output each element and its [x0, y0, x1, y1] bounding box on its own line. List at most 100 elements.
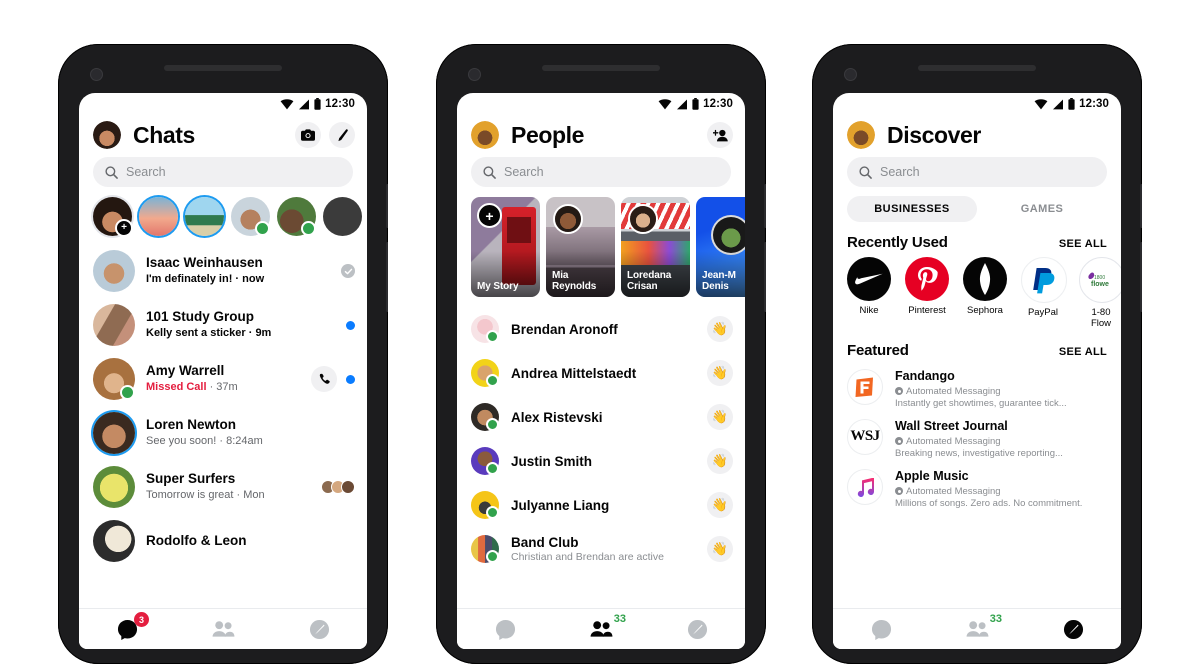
- chat-name: Super Surfers: [146, 471, 236, 487]
- avatar[interactable]: [847, 121, 875, 149]
- business-item[interactable]: Pinterest: [905, 257, 949, 330]
- page-title: Chats: [133, 121, 195, 148]
- stories-row[interactable]: +: [79, 187, 367, 244]
- tab-businesses[interactable]: BUSINESSES: [847, 196, 977, 222]
- list-item[interactable]: Alex Ristevski 👋: [457, 395, 745, 439]
- chat-list[interactable]: Isaac Weinhausen I'm definately in! · no…: [79, 244, 367, 608]
- section-title: Featured: [847, 341, 909, 359]
- front-camera-icon: [91, 69, 102, 80]
- wave-button[interactable]: 👋: [707, 404, 733, 430]
- story-card-label: Mia Reynolds: [552, 269, 597, 292]
- table-row[interactable]: Loren Newton See you soon! · 8:24am: [79, 406, 367, 460]
- discover-icon: [687, 619, 707, 639]
- bottom-tab-bar[interactable]: 3: [79, 608, 367, 649]
- story-card[interactable]: Jean-M Denis: [696, 197, 745, 297]
- wave-button[interactable]: 👋: [707, 448, 733, 474]
- search-input[interactable]: Search: [847, 157, 1107, 187]
- tab-chats[interactable]: 3: [101, 612, 153, 645]
- see-all-link-featured[interactable]: SEE ALL: [1059, 346, 1107, 358]
- list-item[interactable]: Andrea Mittelstaedt 👋: [457, 351, 745, 395]
- avatar[interactable]: [471, 121, 499, 149]
- tab-chats[interactable]: [479, 613, 531, 645]
- table-row[interactable]: Amy Warrell Missed Call · 37m: [79, 352, 367, 406]
- list-item[interactable]: Apple Music Automated Messaging Millions…: [833, 465, 1121, 515]
- list-item[interactable]: Brendan Aronoff 👋: [457, 307, 745, 351]
- power-button[interactable]: [764, 184, 766, 228]
- avatar: [471, 315, 499, 343]
- add-person-button[interactable]: [707, 122, 733, 148]
- volume-button[interactable]: [764, 242, 766, 312]
- featured-desc: Millions of songs. Zero ads. No commitme…: [895, 497, 1083, 509]
- story-card-my-story[interactable]: + My Story: [471, 197, 540, 297]
- business-item[interactable]: PayPal: [1021, 257, 1067, 330]
- table-row[interactable]: Rodolfo & Leon: [79, 514, 367, 568]
- story-add-own[interactable]: +: [93, 197, 133, 237]
- compose-button[interactable]: [329, 122, 355, 148]
- camera-button[interactable]: [295, 122, 321, 148]
- wave-button[interactable]: 👋: [707, 536, 733, 562]
- bottom-tab-bar[interactable]: 33: [833, 608, 1121, 649]
- table-row[interactable]: Super Surfers Tomorrow is great · Mon: [79, 460, 367, 514]
- list-item[interactable]: Fandango Automated Messaging Instantly g…: [833, 365, 1121, 415]
- business-item[interactable]: Sephora: [963, 257, 1007, 330]
- missed-call-time: · 37m: [206, 381, 238, 394]
- tab-games[interactable]: GAMES: [977, 196, 1107, 222]
- story-avatar: [553, 204, 583, 234]
- page-title: People: [511, 121, 585, 148]
- tab-discover[interactable]: [293, 613, 345, 645]
- wifi-icon: [658, 98, 672, 109]
- business-name: 1-80 Flow: [1090, 307, 1112, 329]
- table-row[interactable]: 101 Study Group Kelly sent a sticker · 9…: [79, 298, 367, 352]
- power-button[interactable]: [1140, 184, 1142, 228]
- list-item[interactable]: WSJ Wall Street Journal Automated Messag…: [833, 415, 1121, 465]
- wifi-icon: [1034, 98, 1048, 109]
- tab-people[interactable]: 33: [951, 613, 1003, 645]
- segmented-control[interactable]: BUSINESSES GAMES: [833, 187, 1121, 222]
- tab-people[interactable]: [197, 613, 249, 645]
- wave-button[interactable]: 👋: [707, 492, 733, 518]
- online-badge: [486, 330, 499, 343]
- wave-button[interactable]: 👋: [707, 360, 733, 386]
- search-placeholder: Search: [126, 165, 166, 179]
- recently-used-row[interactable]: Nike Pinterest Sephora PayPal 1800 flowe…: [833, 257, 1121, 330]
- volume-button[interactable]: [386, 242, 388, 312]
- badge-count: 3: [134, 612, 149, 627]
- story-item[interactable]: [323, 197, 362, 236]
- search-input[interactable]: Search: [471, 157, 731, 187]
- volume-button[interactable]: [1140, 242, 1142, 312]
- app-header: Discover: [833, 115, 1121, 153]
- story-avatar: [628, 204, 658, 234]
- tab-chats[interactable]: [855, 613, 907, 645]
- power-button[interactable]: [386, 184, 388, 228]
- see-all-link-recently-used[interactable]: SEE ALL: [1059, 238, 1107, 250]
- avatar: [471, 403, 499, 431]
- avatar: [93, 358, 135, 400]
- story-item[interactable]: [185, 197, 224, 236]
- business-item[interactable]: Nike: [847, 257, 891, 330]
- list-item[interactable]: Band Club Christian and Brendan are activ…: [457, 527, 745, 571]
- wave-hand-icon: 👋: [711, 453, 729, 468]
- story-item[interactable]: [139, 197, 178, 236]
- screen-people: 12:30 People Search + My Story Mia Reyno…: [457, 93, 745, 649]
- story-cards-row[interactable]: + My Story MiaReynolds LoredanaCrisan: [457, 187, 745, 307]
- list-item[interactable]: Julyanne Liang 👋: [457, 483, 745, 527]
- search-input[interactable]: Search: [93, 157, 353, 187]
- signal-icon: [1053, 99, 1064, 109]
- story-item[interactable]: [231, 197, 270, 236]
- avatar[interactable]: [93, 121, 121, 149]
- business-item[interactable]: 1800 flowe 1-80 Flow: [1079, 257, 1121, 330]
- story-item[interactable]: [277, 197, 316, 236]
- tab-discover[interactable]: [671, 613, 723, 645]
- table-row[interactable]: Isaac Weinhausen I'm definately in! · no…: [79, 244, 367, 298]
- people-list[interactable]: Brendan Aronoff 👋 Andrea Mittelstaedt 👋 …: [457, 307, 745, 608]
- story-card[interactable]: Loredana Crisan: [621, 197, 690, 297]
- bottom-tab-bar[interactable]: 33: [457, 608, 745, 649]
- wave-button[interactable]: 👋: [707, 316, 733, 342]
- tab-discover[interactable]: [1047, 613, 1099, 645]
- tab-people[interactable]: 33: [575, 613, 627, 645]
- story-card[interactable]: Mia Reynolds: [546, 197, 615, 297]
- add-person-icon: [712, 129, 728, 141]
- call-button[interactable]: [311, 366, 337, 392]
- list-item[interactable]: Justin Smith 👋: [457, 439, 745, 483]
- featured-list[interactable]: Fandango Automated Messaging Instantly g…: [833, 365, 1121, 608]
